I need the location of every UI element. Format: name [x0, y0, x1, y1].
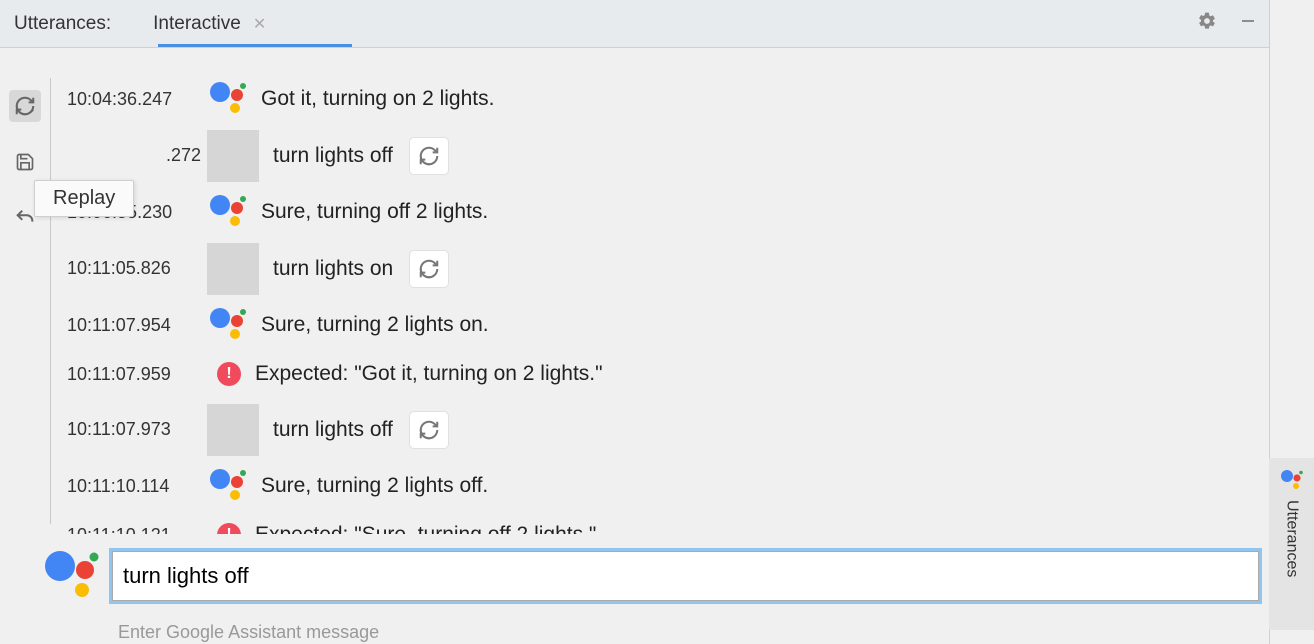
- sidebar: [0, 48, 50, 534]
- assistant-icon: [207, 304, 249, 346]
- timestamp: 10:11:07.954: [67, 315, 207, 336]
- message-input[interactable]: [112, 551, 1259, 601]
- user-avatar: [207, 404, 259, 456]
- log-row-user: 10:11:05.826 turn lights on: [67, 241, 1249, 296]
- timestamp: 10:11:07.959: [67, 364, 207, 385]
- error-icon: !: [217, 523, 241, 534]
- timestamp: 10:04:36.247: [67, 89, 207, 110]
- refresh-button[interactable]: [9, 90, 41, 122]
- log-row-assistant: 10:11:07.954 Sure, turning 2 lights on.: [67, 304, 1249, 346]
- header: Utterances: Interactive ✕: [0, 0, 1269, 48]
- log-row-assistant: 10:11:10.114 Sure, turning 2 lights off.: [67, 465, 1249, 507]
- panel-title: Utterances:: [14, 13, 111, 35]
- minimize-icon[interactable]: [1239, 12, 1257, 35]
- message-text: Sure, turning off 2 lights.: [261, 200, 488, 224]
- tab-interactive[interactable]: Interactive ✕: [141, 0, 276, 48]
- tab-label: Interactive: [153, 13, 241, 35]
- message-text: turn lights off: [273, 144, 393, 168]
- utterances-tab[interactable]: Utterances: [1269, 458, 1314, 630]
- timestamp: 10:11:10.121: [67, 525, 207, 535]
- assistant-icon: [207, 191, 249, 233]
- input-help: Enter Google Assistant message: [118, 622, 1269, 643]
- close-icon[interactable]: ✕: [253, 14, 266, 34]
- assistant-icon: [207, 78, 249, 120]
- user-avatar: [207, 130, 259, 182]
- message-text: turn lights on: [273, 257, 393, 281]
- input-area: Enter Google Assistant message: [0, 534, 1269, 644]
- log-row-user: 10:11:07.973 turn lights off: [67, 402, 1249, 457]
- timestamp: 10:11:07.973: [67, 419, 207, 440]
- log-row-assistant: 10:06:55.230 Sure, turning off 2 lights.: [67, 191, 1249, 233]
- right-tab-label: Utterances: [1283, 500, 1301, 577]
- timestamp: .272: [67, 145, 207, 166]
- replay-button[interactable]: [409, 137, 449, 175]
- save-button[interactable]: [9, 146, 41, 178]
- conversation-log: 10:04:36.247 Got it, turning on 2 lights…: [51, 48, 1269, 534]
- log-row-error: 10:11:10.121 ! Expected: "Sure, turning …: [67, 515, 1249, 534]
- right-dock: Utterances: [1269, 0, 1314, 644]
- message-text: Sure, turning 2 lights off.: [261, 474, 488, 498]
- error-icon: !: [217, 362, 241, 386]
- message-text: Expected: "Got it, turning on 2 lights.": [255, 362, 603, 386]
- log-row-assistant: 10:04:36.247 Got it, turning on 2 lights…: [67, 78, 1249, 120]
- timestamp: 10:11:10.114: [67, 476, 207, 497]
- message-text: Got it, turning on 2 lights.: [261, 87, 494, 111]
- message-text: Expected: "Sure, turning off 2 lights.": [255, 523, 596, 534]
- assistant-icon: [1280, 468, 1304, 492]
- message-text: Sure, turning 2 lights on.: [261, 313, 489, 337]
- log-row-error: 10:11:07.959 ! Expected: "Got it, turnin…: [67, 354, 1249, 394]
- gear-icon[interactable]: [1197, 11, 1217, 36]
- assistant-icon: [207, 465, 249, 507]
- replay-button[interactable]: [409, 411, 449, 449]
- tooltip-replay: Replay: [34, 180, 134, 217]
- tab-indicator: [158, 44, 352, 47]
- replay-button[interactable]: [409, 250, 449, 288]
- user-avatar: [207, 243, 259, 295]
- assistant-icon: [42, 546, 102, 606]
- timestamp: 10:11:05.826: [67, 258, 207, 279]
- message-text: turn lights off: [273, 418, 393, 442]
- log-row-user: .272 turn lights off: [67, 128, 1249, 183]
